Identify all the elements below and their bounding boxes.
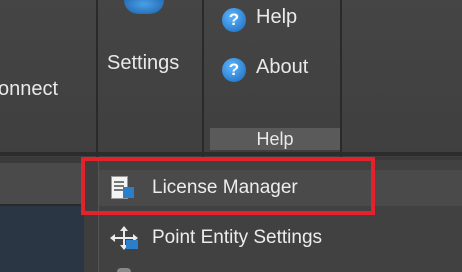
help-button[interactable]: Help	[256, 6, 297, 29]
about-icon[interactable]: ?	[222, 58, 246, 82]
settings-button[interactable]: Settings	[98, 0, 202, 118]
menu-item-point-entity-settings[interactable]: Point Entity Settings	[99, 220, 462, 256]
point-entity-move-icon	[110, 226, 138, 250]
license-badge-icon	[123, 187, 134, 198]
menu-item-label: License Manager	[152, 177, 298, 198]
left-panel-header	[0, 163, 84, 206]
partial-menu-icon	[117, 268, 131, 272]
settings-label: Settings	[107, 52, 180, 74]
about-button[interactable]: About	[256, 56, 308, 79]
help-icon[interactable]: ?	[222, 8, 246, 32]
menu-icon-strip	[84, 160, 98, 272]
help-group-label: Help	[210, 128, 340, 150]
menu-item-license-manager[interactable]: License Manager	[99, 170, 462, 206]
gear-icon	[124, 0, 164, 14]
connect-button-label[interactable]: onnect	[0, 78, 58, 101]
group-divider	[202, 0, 204, 157]
help-dropdown-menu: License Manager Point Entity Settings	[98, 160, 462, 272]
group-divider	[340, 0, 342, 157]
ribbon-bar: onnect Settings ? Help ? About Help	[0, 0, 462, 157]
ribbon-bottom-edge	[0, 152, 462, 156]
menu-item-label: Point Entity Settings	[152, 227, 323, 248]
left-panel-content	[0, 206, 84, 272]
